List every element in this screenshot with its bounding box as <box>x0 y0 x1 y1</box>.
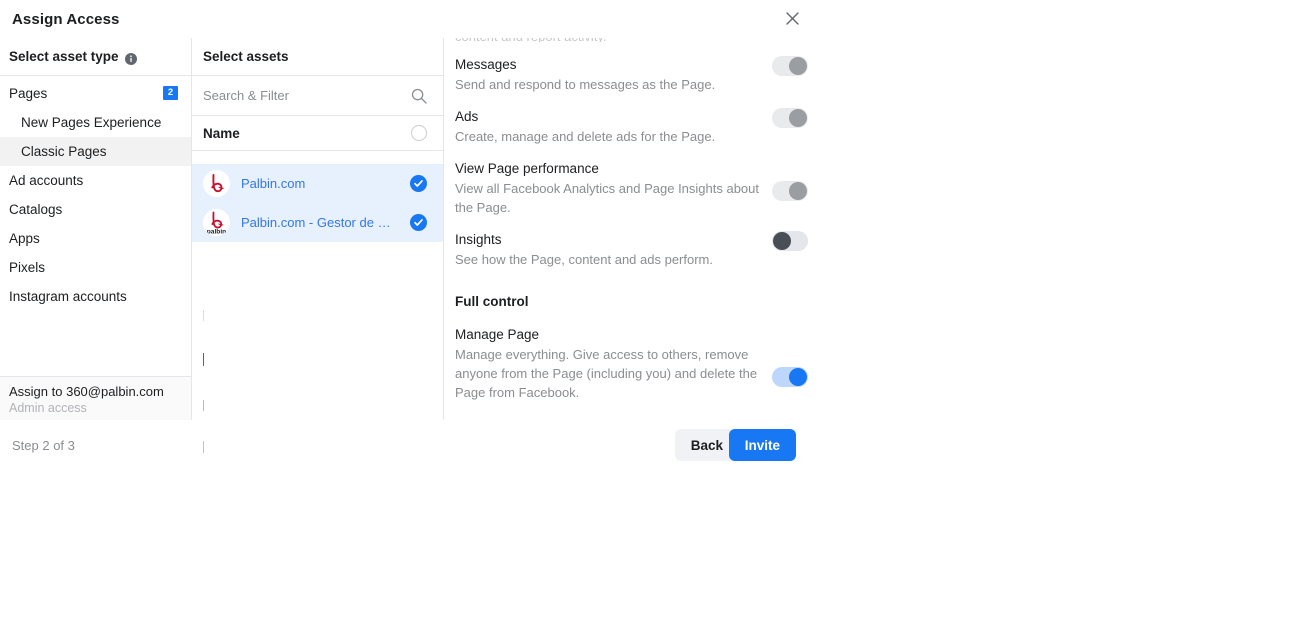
palbin-logo-with-wordmark-icon: palbin <box>203 209 230 236</box>
toggle-messages[interactable] <box>772 56 808 76</box>
asset-name: Palbin.com - Gestor de Res... <box>241 215 396 230</box>
select-assets-heading: Select assets <box>203 49 289 64</box>
permission-title: Messages <box>455 57 517 72</box>
permissions-scroll-area[interactable]: content and report activity. Messages Se… <box>444 38 830 402</box>
render-artifact <box>203 310 204 321</box>
sidebar-item-classic-pages[interactable]: Classic Pages <box>0 137 191 166</box>
check-icon[interactable] <box>410 214 427 231</box>
permission-description: Send and respond to messages as the Page… <box>455 77 716 92</box>
assets-column-header: Name <box>192 116 443 151</box>
search-icon[interactable] <box>411 88 427 109</box>
sidebar-item-instagram-accounts[interactable]: Instagram accounts <box>0 282 191 311</box>
info-icon[interactable] <box>124 52 137 65</box>
close-icon[interactable] <box>781 7 803 29</box>
sidebar-item-label: New Pages Experience <box>21 115 162 130</box>
toggle-insights[interactable] <box>772 231 808 251</box>
toggle-view-page-performance[interactable] <box>772 181 808 201</box>
assets-rows: Palbin.com palbin Palbin.com - Gestor de… <box>192 151 443 242</box>
asset-type-panel: Select asset type Pages 2 New Pages Expe… <box>0 38 192 420</box>
assign-access-level: Admin access <box>9 401 87 415</box>
permission-title: Insights <box>455 232 502 247</box>
sidebar-item-pages[interactable]: Pages 2 <box>0 79 191 108</box>
sidebar-item-label: Pixels <box>9 260 46 275</box>
asset-type-list: Pages 2 New Pages Experience Classic Pag… <box>0 76 191 311</box>
asset-type-header: Select asset type <box>0 38 191 76</box>
sidebar-item-new-pages-experience[interactable]: New Pages Experience <box>0 108 191 137</box>
sidebar-item-label: Apps <box>9 231 40 246</box>
pages-count-badge: 2 <box>163 86 178 100</box>
sidebar-item-ad-accounts[interactable]: Ad accounts <box>0 166 191 195</box>
sidebar-item-apps[interactable]: Apps <box>0 224 191 253</box>
sidebar-item-pixels[interactable]: Pixels <box>0 253 191 282</box>
asset-type-heading: Select asset type <box>9 49 119 64</box>
sidebar-item-label: Catalogs <box>9 202 63 217</box>
check-icon[interactable] <box>410 175 427 192</box>
permission-description: Manage everything. Give access to others… <box>455 347 758 400</box>
permission-view-page-performance: View Page performance View all Facebook … <box>455 159 830 217</box>
permission-title: View Page performance <box>455 161 599 176</box>
step-indicator: Step 2 of 3 <box>12 438 75 453</box>
sidebar-item-catalogs[interactable]: Catalogs <box>0 195 191 224</box>
assign-access-dialog: Assign Access Select asset type Pages 2 … <box>0 0 830 472</box>
sidebar-item-label: Instagram accounts <box>9 289 127 304</box>
permission-description: View all Facebook Analytics and Page Ins… <box>455 181 760 215</box>
svg-text:palbin: palbin <box>207 228 226 235</box>
permission-manage-page: Manage Page Manage everything. Give acce… <box>455 325 830 402</box>
render-artifact <box>203 400 204 411</box>
table-row[interactable]: Palbin.com <box>192 164 443 203</box>
select-assets-panel: Select assets Name <box>192 38 444 453</box>
asset-name: Palbin.com <box>241 176 306 191</box>
toggle-ads[interactable] <box>772 108 808 128</box>
permission-title: Manage Page <box>455 327 540 342</box>
dialog-columns: Select asset type Pages 2 New Pages Expe… <box>0 38 830 453</box>
assign-to-email: Assign to 360@palbin.com <box>9 384 164 399</box>
invite-button[interactable]: Invite <box>728 429 796 461</box>
permissions-panel: content and report activity. Messages Se… <box>444 38 830 420</box>
sidebar-item-label: Pages <box>9 86 48 101</box>
dialog-header: Assign Access <box>0 0 830 38</box>
permission-description: Create, manage and delete ads for the Pa… <box>455 129 716 144</box>
screen: Assign Access Select asset type Pages 2 … <box>0 0 1307 626</box>
search-row <box>192 76 443 116</box>
permission-messages: Messages Send and respond to messages as… <box>455 55 830 94</box>
column-header-name: Name <box>203 125 240 141</box>
sidebar-item-label: Classic Pages <box>21 144 107 159</box>
select-all-radio[interactable] <box>411 125 427 141</box>
dialog-footer: Step 2 of 3 Back Invite <box>0 420 830 472</box>
permission-insights: Insights See how the Page, content and a… <box>455 230 830 269</box>
full-control-section-title: Full control <box>455 294 529 309</box>
toggle-manage-page[interactable] <box>772 367 808 387</box>
permission-title: Ads <box>455 109 479 124</box>
page-title: Assign Access <box>12 11 120 28</box>
sidebar-item-label: Ad accounts <box>9 173 84 188</box>
truncated-permission-description: content and report activity. <box>455 38 830 42</box>
permission-ads: Ads Create, manage and delete ads for th… <box>455 107 830 146</box>
render-artifact <box>203 353 204 366</box>
select-assets-header: Select assets <box>192 38 443 76</box>
table-row[interactable]: palbin Palbin.com - Gestor de Res... <box>192 203 443 242</box>
palbin-logo-icon <box>203 170 230 197</box>
assign-to-footer: Assign to 360@palbin.com Admin access <box>0 376 191 420</box>
permission-description: See how the Page, content and ads perfor… <box>455 252 714 267</box>
search-input[interactable] <box>203 88 383 103</box>
